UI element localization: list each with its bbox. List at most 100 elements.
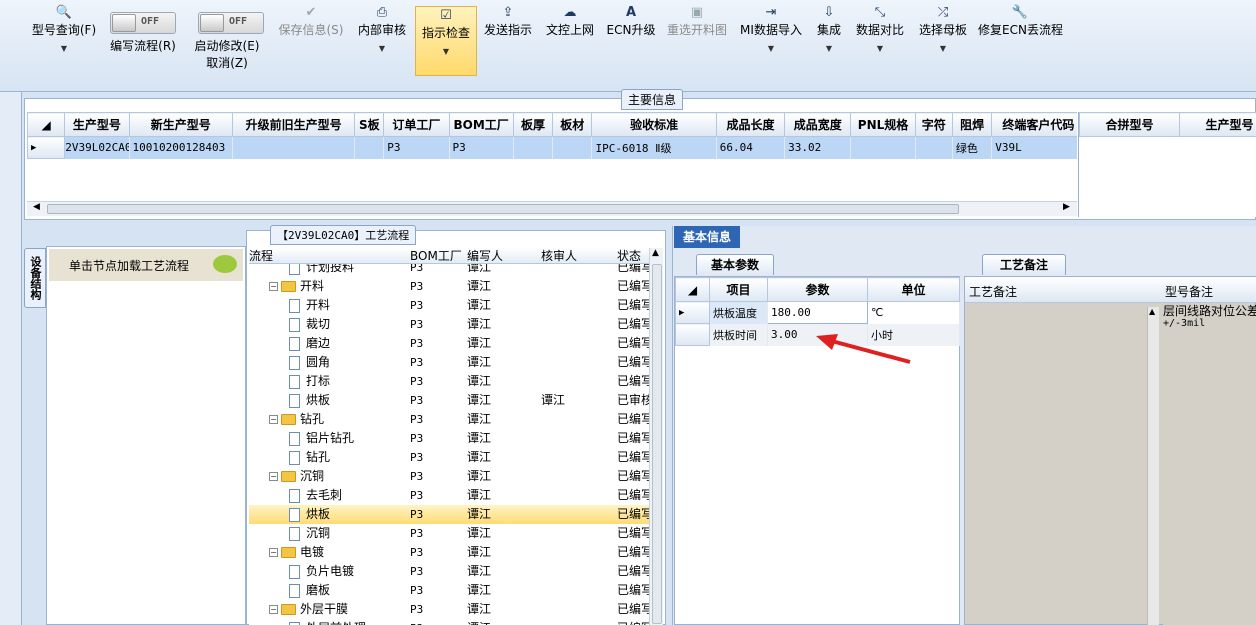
col-header[interactable]: S板 xyxy=(354,112,385,137)
reselect-cutting-map-button[interactable]: ▣ 重选开料图 xyxy=(664,4,730,74)
col-header[interactable]: BOM工厂 xyxy=(448,112,514,137)
internal-review-button[interactable]: ⎙ 内部审核 ▼ xyxy=(356,4,408,74)
col-header[interactable]: 流程 xyxy=(249,248,273,264)
scroll-right-icon[interactable]: ▶ xyxy=(1063,202,1070,212)
tree-row[interactable]: − 沉铜 P3 谭江 已编写 xyxy=(249,467,649,486)
model-remark-field[interactable]: 层间线路对位公差 +/-3mil xyxy=(1163,305,1256,625)
table-row[interactable]: ▶ 2V39L02CA0 10010200128403 P3 P3 IPC-60… xyxy=(27,136,1077,159)
tree-row[interactable]: 计划投料 P3 谭江 已编写 xyxy=(249,264,649,277)
scroll-thumb[interactable] xyxy=(47,204,959,214)
mi-data-import-button[interactable]: ⇥ MI数据导入 ▼ xyxy=(738,4,804,74)
collapse-icon[interactable]: − xyxy=(269,548,278,557)
col-header[interactable]: 新生产型号 xyxy=(128,112,234,137)
dropdown-arrow-icon[interactable]: ▼ xyxy=(916,44,970,53)
cancel-text[interactable]: 取消(Z) xyxy=(190,55,264,72)
scroll-left-icon[interactable]: ◀ xyxy=(33,202,40,212)
cell[interactable]: 33.02 xyxy=(784,136,852,159)
dropdown-arrow-icon[interactable]: ▼ xyxy=(356,44,408,53)
collapse-icon[interactable]: − xyxy=(269,415,278,424)
tree-row[interactable]: 磨边 P3 谭江 已编写 xyxy=(249,334,649,353)
col-header[interactable]: PNL规格 xyxy=(850,112,916,137)
tree-row[interactable]: 沉铜 P3 谭江 已编写 xyxy=(249,524,649,543)
write-flow-toggle[interactable]: OFF xyxy=(110,12,176,34)
col-header[interactable]: 单位 xyxy=(867,277,960,302)
cell[interactable]: P3 xyxy=(449,136,514,159)
select-motherboard-button[interactable]: ⤮ 选择母板 ▼ xyxy=(916,4,970,74)
cell[interactable]: 10010200128403 xyxy=(129,136,234,159)
dropdown-arrow-icon[interactable]: ▼ xyxy=(416,47,476,56)
tree-row[interactable]: 圆角 P3 谭江 已编写 xyxy=(249,353,649,372)
col-header[interactable]: 项目 xyxy=(709,277,768,302)
col-header[interactable]: BOM工厂 xyxy=(410,248,462,264)
col-header[interactable]: 生产型号 xyxy=(1179,112,1256,137)
table-row[interactable]: ▶ 烘板温度 180.00 ℃ xyxy=(675,301,960,324)
col-header[interactable]: 验收标准 xyxy=(591,112,717,137)
enable-edit-toggle[interactable]: OFF xyxy=(198,12,264,34)
col-header[interactable]: 阻焊 xyxy=(951,112,993,137)
col-header[interactable]: 板材 xyxy=(552,112,593,137)
dropdown-arrow-icon[interactable]: ▼ xyxy=(812,44,846,53)
cell[interactable]: V39L xyxy=(991,136,1077,159)
col-header[interactable]: 板厚 xyxy=(512,112,554,137)
cell[interactable] xyxy=(232,136,356,159)
collapse-icon[interactable]: − xyxy=(269,472,278,481)
tree-row[interactable]: 烘板 P3 谭江 已编写 xyxy=(249,505,649,524)
tree-row[interactable]: 外层前处理 P3 谭江 已编写 xyxy=(249,619,649,625)
tree-row[interactable]: − 开料 P3 谭江 已编写 xyxy=(249,277,649,296)
col-header[interactable]: 编写人 xyxy=(467,248,503,264)
side-tab-equipment[interactable]: 设备结构 xyxy=(24,248,46,308)
model-search-button[interactable]: 🔍 型号查询(F) ▼ xyxy=(28,4,100,74)
row-indicator[interactable]: ▶ xyxy=(675,301,710,324)
param-value-input[interactable]: 180.00 xyxy=(767,301,868,324)
cell[interactable] xyxy=(915,136,953,159)
tree-row[interactable]: − 电镀 P3 谭江 已编写 xyxy=(249,543,649,562)
col-header[interactable]: 成品宽度 xyxy=(784,112,852,137)
integrate-button[interactable]: ⇩ 集成 ▼ xyxy=(812,4,846,74)
col-header[interactable]: 订单工厂 xyxy=(383,112,450,137)
row-indicator[interactable] xyxy=(675,323,710,346)
tree-row[interactable]: 开料 P3 谭江 已编写 xyxy=(249,296,649,315)
col-header[interactable]: 成品长度 xyxy=(715,112,786,137)
col-header[interactable]: 参数 xyxy=(767,277,868,302)
instruction-check-button[interactable]: ☑ 指示检查 ▼ xyxy=(415,6,477,76)
tree-row[interactable]: 裁切 P3 谭江 已编写 xyxy=(249,315,649,334)
cell[interactable] xyxy=(850,136,916,159)
tree-row[interactable]: 磨板 P3 谭江 已编写 xyxy=(249,581,649,600)
cell[interactable]: 2V39L02CA0 xyxy=(64,136,130,159)
cell[interactable] xyxy=(354,136,385,159)
dropdown-arrow-icon[interactable]: ▼ xyxy=(28,44,100,53)
cell[interactable]: 绿色 xyxy=(952,136,993,159)
col-header[interactable]: 字符 xyxy=(914,112,953,137)
col-header[interactable]: 生产型号 xyxy=(64,112,130,137)
tree-row[interactable]: − 钻孔 P3 谭江 已编写 xyxy=(249,410,649,429)
save-info-button[interactable]: ✔ 保存信息(S) xyxy=(276,4,346,74)
ecn-upgrade-button[interactable]: A ECN升级 xyxy=(606,4,656,74)
col-header[interactable]: 核审人 xyxy=(541,248,577,264)
basic-info-title[interactable]: 基本信息 xyxy=(674,226,740,248)
dropdown-arrow-icon[interactable]: ▼ xyxy=(738,44,804,53)
tree-row[interactable]: 打标 P3 谭江 已编写 xyxy=(249,372,649,391)
corner-cell[interactable]: ◢ xyxy=(27,112,66,137)
cell[interactable] xyxy=(513,136,554,159)
col-header[interactable]: 状态 xyxy=(617,248,641,264)
col-header[interactable]: 终端客户代码 xyxy=(991,112,1077,137)
collapse-icon[interactable]: − xyxy=(269,605,278,614)
corner-cell[interactable]: ◢ xyxy=(675,277,710,302)
scroll-thumb[interactable] xyxy=(652,264,662,624)
col-header[interactable]: 升级前旧生产型号 xyxy=(232,112,356,137)
fix-ecn-flow-button[interactable]: 🔧 修复ECN丢流程 xyxy=(978,4,1063,74)
tab-process-remarks[interactable]: 工艺备注 xyxy=(982,254,1066,275)
data-compare-button[interactable]: ⤡ 数据对比 ▼ xyxy=(852,4,908,74)
col-header[interactable]: 工艺备注 xyxy=(969,283,1017,300)
scroll-up-icon[interactable]: ▲ xyxy=(1149,307,1155,316)
remarks-v-scrollbar[interactable]: ▲ xyxy=(1147,307,1159,625)
main-grid-h-scrollbar[interactable]: ◀ ▶ xyxy=(27,201,1077,216)
process-v-scrollbar[interactable]: ▲ xyxy=(649,248,663,625)
tree-row[interactable]: 去毛刺 P3 谭江 已编写 xyxy=(249,486,649,505)
tree-row[interactable]: − 外层干膜 P3 谭江 已编写 xyxy=(249,600,649,619)
dropdown-arrow-icon[interactable]: ▼ xyxy=(852,44,908,53)
collapse-icon[interactable]: − xyxy=(269,282,278,291)
tree-row[interactable]: 铝片钻孔 P3 谭江 已编写 xyxy=(249,429,649,448)
tab-basic-params[interactable]: 基本参数 xyxy=(696,254,774,275)
row-indicator[interactable]: ▶ xyxy=(27,136,66,159)
